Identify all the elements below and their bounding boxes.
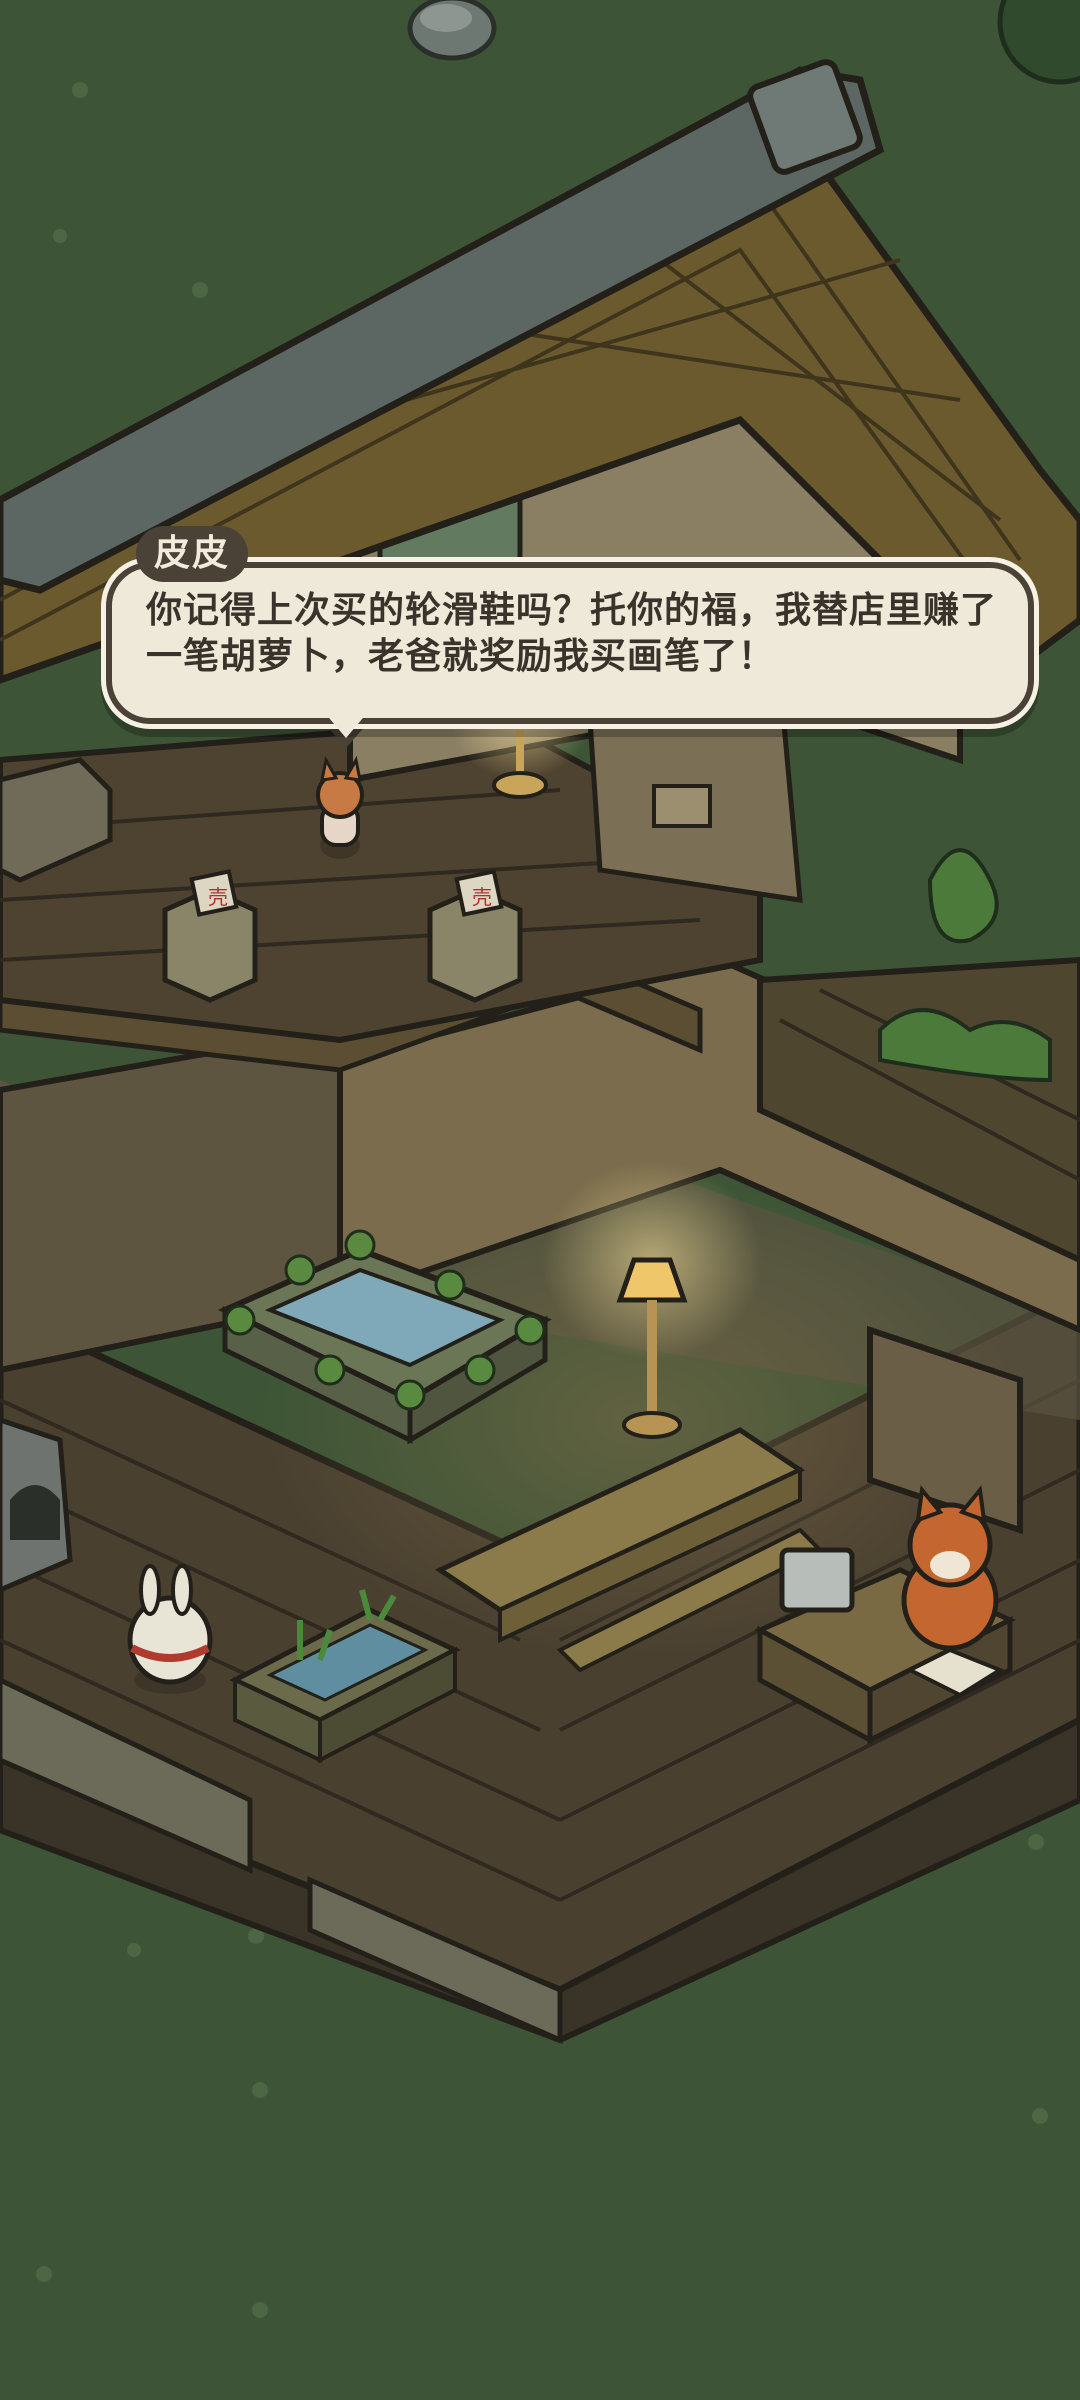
- fox-child-character[interactable]: [316, 755, 364, 859]
- speaker-name-tag: 皮皮: [136, 526, 249, 582]
- door-plaque: [652, 784, 712, 828]
- game-scene: 壳 壳: [0, 0, 1080, 2318]
- stone-stove: [0, 1417, 73, 1593]
- sign-label-left: 壳: [208, 885, 228, 909]
- fox-shopkeeper-character[interactable]: [901, 1485, 999, 1651]
- speech-bubble-tail: [324, 712, 368, 738]
- rock: [407, 0, 497, 61]
- bush: [997, 0, 1080, 85]
- sign-label-right: 壳: [472, 885, 492, 909]
- dialog-text: 你记得上次买的轮滑鞋吗？托你的福，我替店里赚了一笔胡萝卜，老爸就奖励我买画笔了！: [146, 590, 998, 677]
